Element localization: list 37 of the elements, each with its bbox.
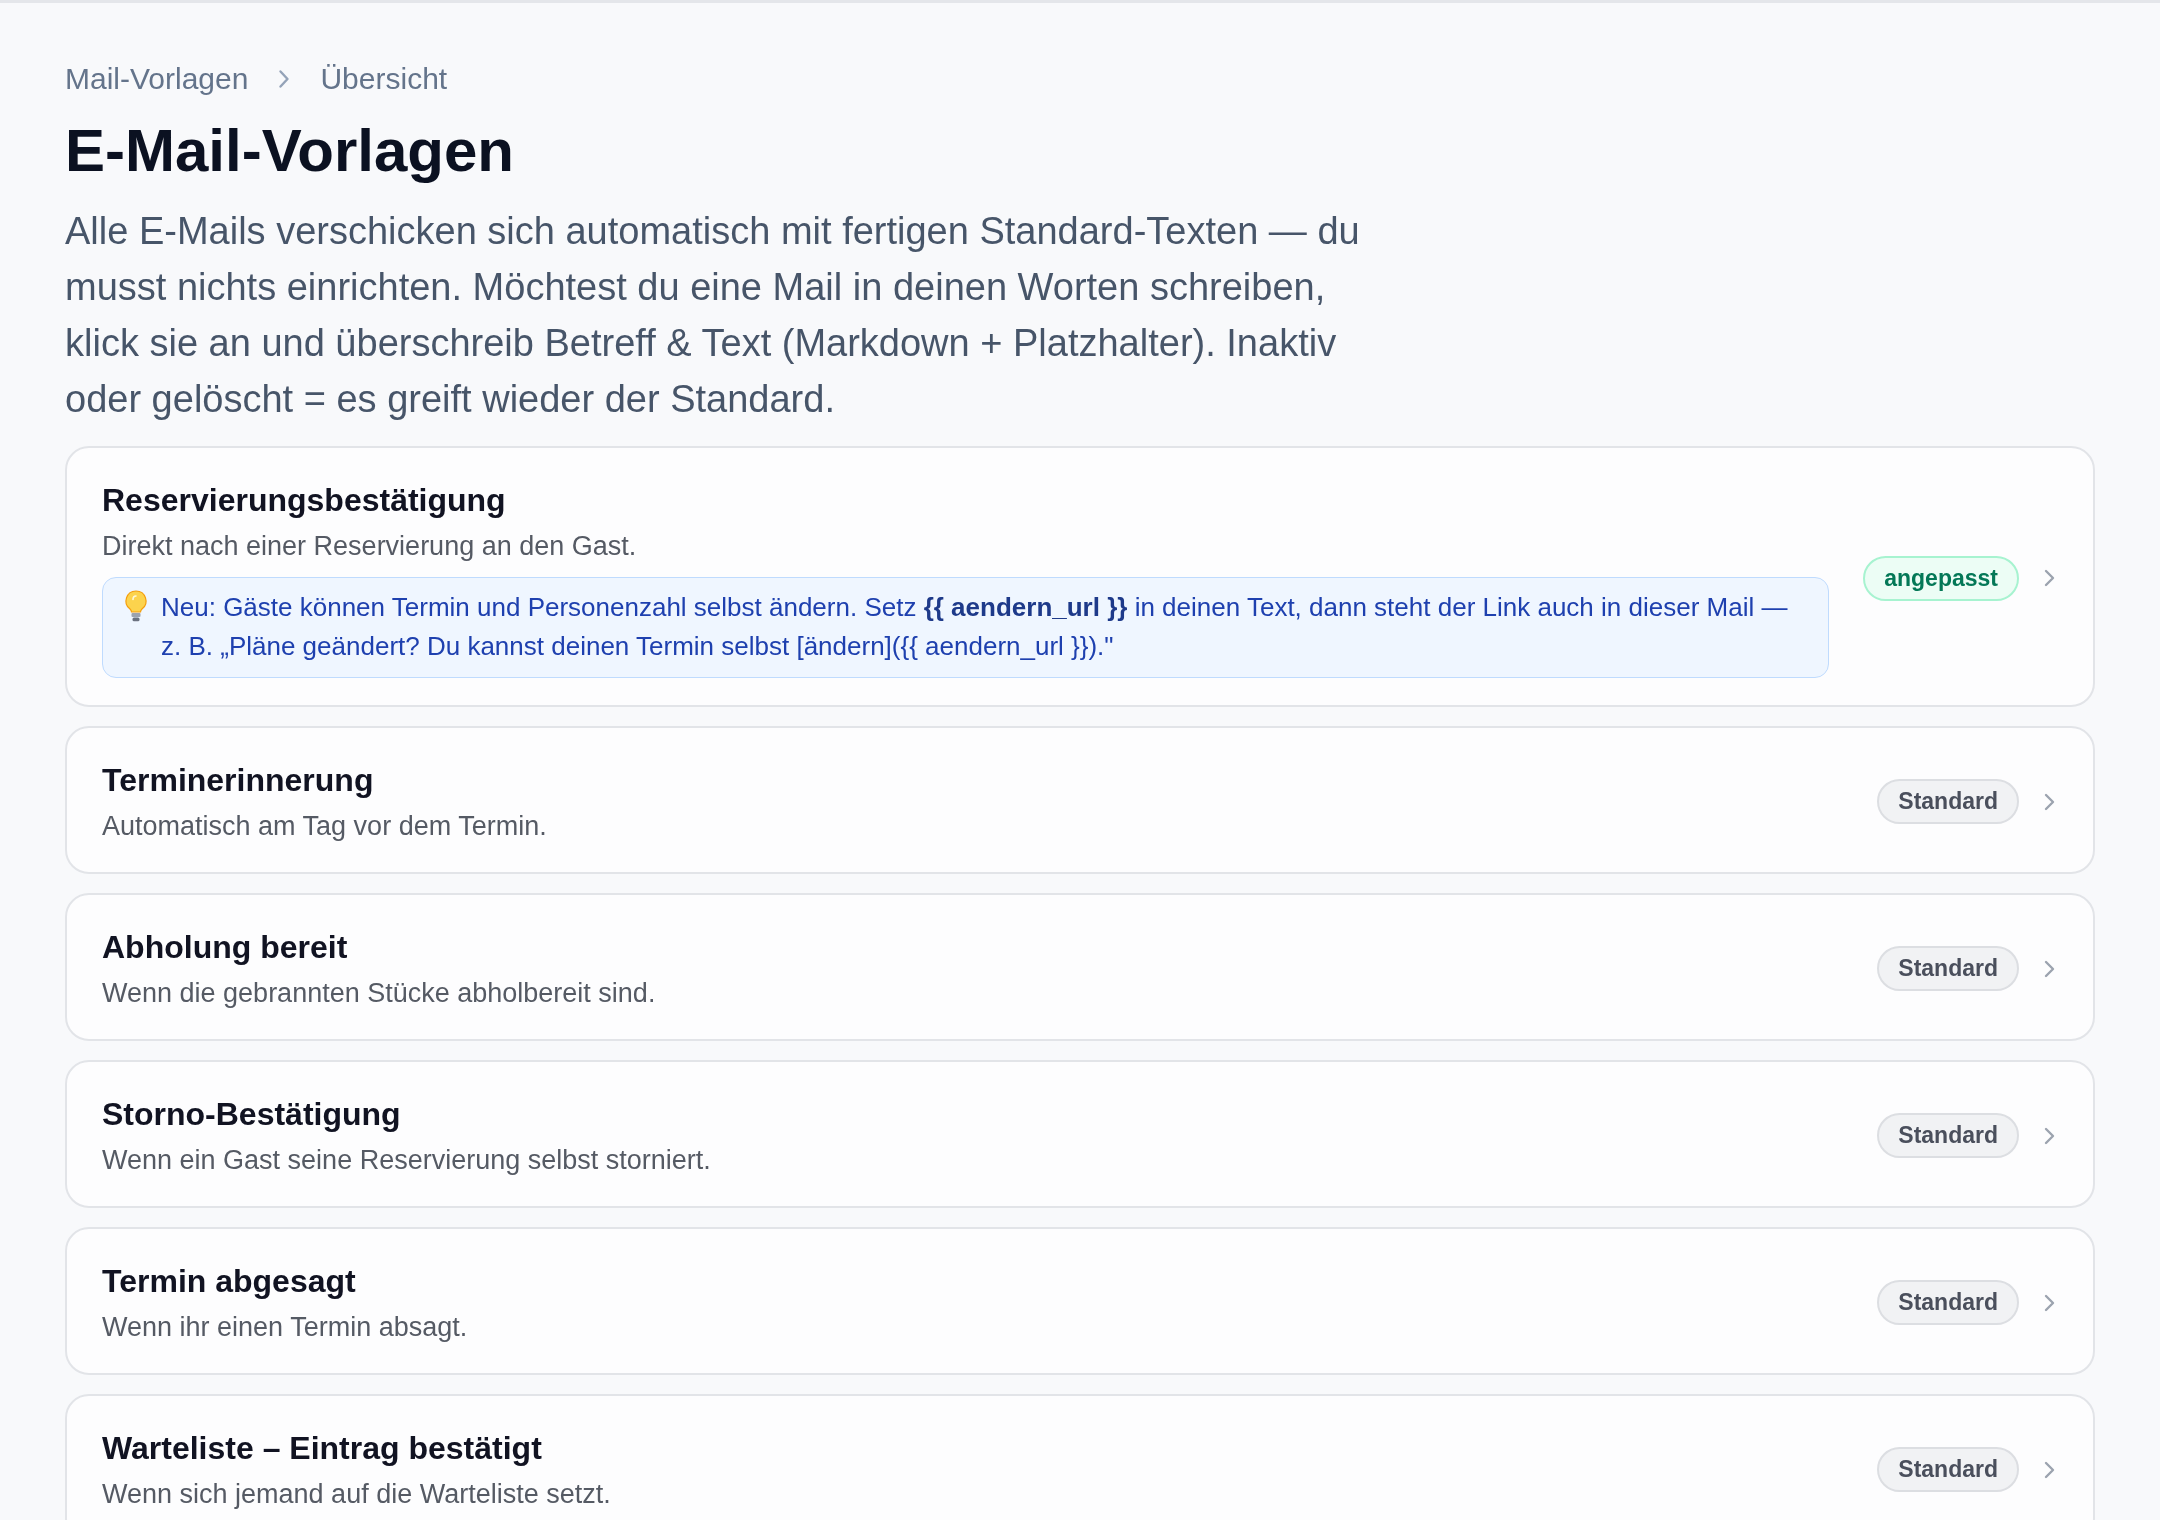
template-title: Terminerinnerung bbox=[102, 761, 375, 800]
page-title: E-Mail-Vorlagen bbox=[65, 116, 515, 186]
template-card[interactable]: Abholung bereit Wenn die gebrannten Stücke abholbereit sind. Standard bbox=[65, 893, 2095, 1041]
template-description: Wenn ihr einen Termin absagt. bbox=[102, 1311, 469, 1344]
status-badge: angepasst bbox=[1863, 555, 2019, 601]
lightbulb-icon bbox=[123, 590, 149, 622]
breadcrumb-link[interactable]: Mail-Vorlagen bbox=[65, 59, 249, 99]
template-description: Wenn ein Gast seine Reservierung selbst storniert. bbox=[102, 1144, 712, 1177]
template-description: Wenn sich jemand auf die Warteliste setzt. bbox=[102, 1478, 612, 1511]
status-badge: Standard bbox=[1877, 1113, 2019, 1158]
template-card[interactable]: Terminerinnerung Automatisch am Tag vor dem Termin. Standard bbox=[65, 726, 2095, 874]
template-description: Automatisch am Tag vor dem Termin. bbox=[102, 810, 548, 843]
status-badge: Standard bbox=[1877, 946, 2019, 991]
chevron-right-icon bbox=[2044, 959, 2055, 978]
template-title: Termin abgesagt bbox=[102, 1262, 357, 1301]
template-card[interactable]: Warteliste – Eintrag bestätigt Wenn sich jemand auf die Warteliste setzt. Standard bbox=[65, 1394, 2095, 1520]
chevron-right-icon bbox=[2044, 569, 2055, 587]
status-badge: Standard bbox=[1877, 1280, 2019, 1325]
template-card[interactable] bbox=[65, 446, 2095, 707]
template-title: Warteliste – Eintrag bestätigt bbox=[102, 1429, 543, 1468]
chevron-right-icon bbox=[2044, 1460, 2055, 1479]
chevron-right-icon bbox=[278, 69, 291, 89]
chevron-right-icon bbox=[2044, 1293, 2055, 1312]
chevron-right-icon bbox=[2044, 1126, 2055, 1145]
status-badge: Standard bbox=[1877, 1447, 2019, 1492]
template-title: Abholung bereit bbox=[102, 928, 349, 967]
chevron-right-icon bbox=[2044, 792, 2055, 811]
template-title: Storno-Bestätigung bbox=[102, 1095, 402, 1134]
breadcrumb-current: Übersicht bbox=[320, 61, 448, 97]
template-title: Reservierungsbestätigung bbox=[102, 481, 507, 520]
status-badge: Standard bbox=[1877, 779, 2019, 824]
template-card[interactable]: Termin abgesagt Wenn ihr einen Termin absagt. Standard bbox=[65, 1227, 2095, 1375]
template-description: Wenn die gebrannten Stücke abholbereit sind. bbox=[102, 977, 657, 1010]
template-card[interactable]: Storno-Bestätigung Wenn ein Gast seine Reservierung selbst storniert. Standard bbox=[65, 1060, 2095, 1208]
info-text: Neu: Gäste können Termin und Personenzahl selbst ändern. Setz {{ aendern_url }} in deinen Text, dann steht der Link auch in dieser Mail — z. B. „Pläne geändert? Du kannst deinen Termin selbst [ändern]({{ aendern_url }})." bbox=[161, 591, 1789, 663]
template-description: Direkt nach einer Reservierung an den Gast. bbox=[102, 530, 638, 563]
intro-text: Alle E-Mails verschicken sich automatisch mit fertigen Standard-Texten — du musst nichts einrichten. Möchtest du eine Mail in deinen Worten schreiben, klick sie an und überschreib Betreff & Text (Markdown + Platzhalter). Inaktiv oder gelöscht = es greift wieder der Standard. bbox=[65, 209, 1361, 422]
